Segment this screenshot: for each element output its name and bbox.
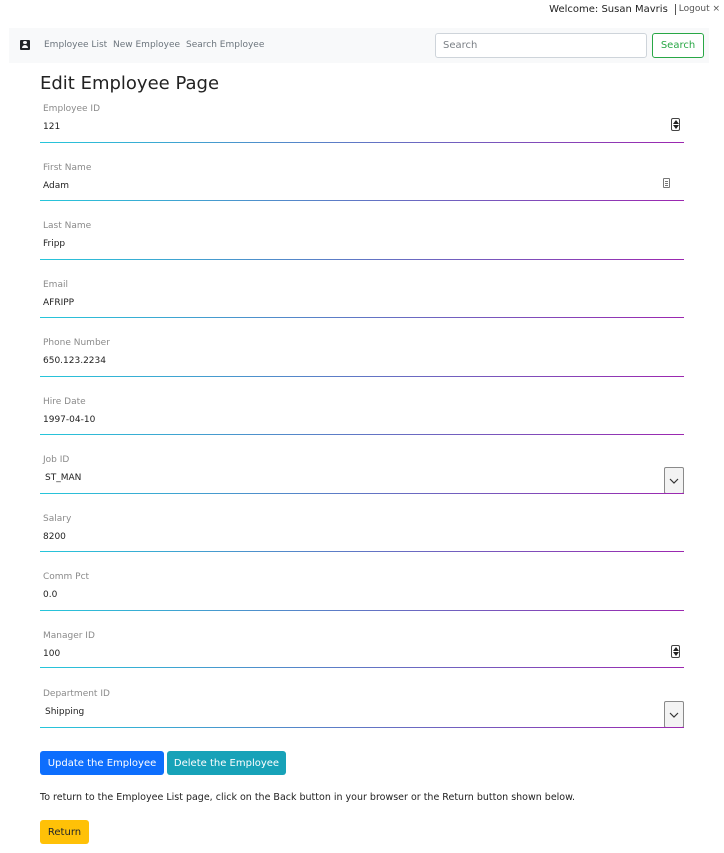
logout-link[interactable]: Logout × [679,4,720,14]
comm-pct-label: Comm Pct [43,572,90,582]
manager-id-value[interactable]: 100 [43,649,60,659]
number-spinner-icon[interactable] [671,645,680,658]
job-id-value[interactable]: ST_MAN [45,473,81,483]
last-name-field[interactable]: Last Name Fripp [40,221,684,278]
search-button[interactable]: Search [652,33,704,58]
employee-id-field[interactable]: Employee ID 121 [40,104,684,161]
field-underline [40,200,684,201]
comm-pct-value[interactable]: 0.0 [43,590,57,600]
return-instructions: To return to the Employee List page, cli… [40,792,576,803]
contact-card-icon[interactable] [20,40,30,50]
employee-id-label: Employee ID [43,104,101,114]
salary-label: Salary [43,514,72,524]
chevron-down-icon[interactable] [664,467,684,494]
navbar: Employee List New Employee Search Employ… [9,28,709,63]
hire-date-label: Hire Date [43,397,86,407]
hire-date-value[interactable]: 1997-04-10 [43,415,95,425]
last-name-value[interactable]: Fripp [43,239,65,249]
last-name-label: Last Name [43,221,92,231]
welcome-text: Welcome: Susan Mavris [549,3,668,15]
job-id-field[interactable]: Job ID ST_MAN [40,455,684,512]
email-value[interactable]: AFRIPP [43,298,74,308]
field-underline [40,259,684,260]
nav-search-employee[interactable]: Search Employee [186,40,264,50]
field-underline [40,551,684,552]
first-name-value[interactable]: Adam [43,181,69,191]
field-underline [40,376,684,377]
hire-date-field[interactable]: Hire Date 1997-04-10 [40,397,684,454]
email-field[interactable]: Email AFRIPP [40,280,684,337]
manager-id-field[interactable]: Manager ID 100 [40,631,684,688]
salary-field[interactable]: Salary 8200 [40,514,684,571]
nav-employee-list[interactable]: Employee List [44,40,107,50]
manager-id-label: Manager ID [43,631,95,641]
field-underline [40,317,684,318]
phone-number-label: Phone Number [43,338,110,348]
field-underline [40,667,684,668]
update-employee-button[interactable]: Update the Employee [40,751,164,775]
number-spinner-icon[interactable] [671,118,680,131]
return-button[interactable]: Return [40,820,89,844]
field-underline [40,727,684,728]
department-id-field[interactable]: Department ID Shipping [40,689,684,746]
chevron-down-icon[interactable] [664,701,684,728]
delete-employee-button[interactable]: Delete the Employee [167,751,286,775]
phone-number-value[interactable]: 650.123.2234 [43,356,106,366]
page-title: Edit Employee Page [40,73,220,94]
first-name-field[interactable]: First Name Adam [40,163,684,220]
field-underline [40,493,684,494]
field-underline [40,434,684,435]
salary-value[interactable]: 8200 [43,532,66,542]
divider [674,3,676,15]
autofill-contact-icon[interactable] [663,178,670,188]
nav-new-employee[interactable]: New Employee [113,40,180,50]
user-bar: Welcome: Susan Mavris Logout × [549,2,720,16]
department-id-select[interactable]: Shipping [40,701,684,728]
field-underline [40,610,684,611]
email-label: Email [43,280,68,290]
first-name-label: First Name [43,163,92,173]
field-underline [40,142,684,143]
department-id-value[interactable]: Shipping [45,707,84,717]
phone-number-field[interactable]: Phone Number 650.123.2234 [40,338,684,395]
job-id-select[interactable]: ST_MAN [40,467,684,494]
department-id-label: Department ID [43,689,110,699]
employee-id-value[interactable]: 121 [43,122,60,132]
job-id-label: Job ID [43,455,70,465]
comm-pct-field[interactable]: Comm Pct 0.0 [40,572,684,629]
search-input[interactable] [435,33,647,58]
